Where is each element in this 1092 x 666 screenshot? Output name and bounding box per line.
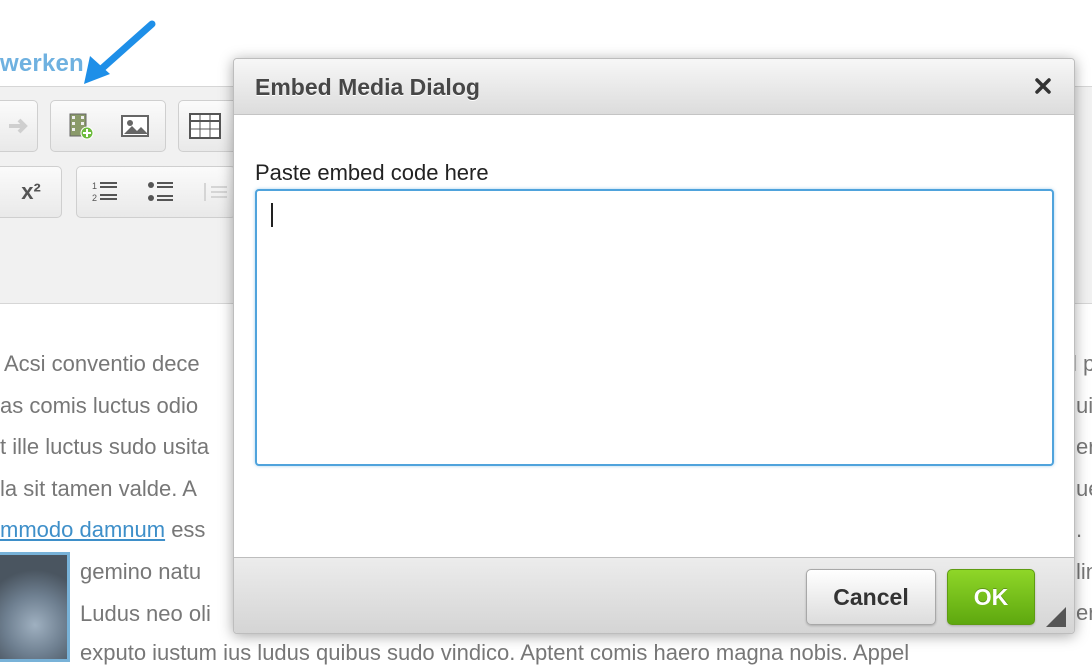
table-icon — [189, 113, 221, 139]
body-link[interactable]: mmodo damnum — [0, 517, 165, 542]
toolbar-group-table — [178, 100, 238, 152]
superscript-button[interactable]: x² — [13, 175, 49, 209]
body-line-end: er — [1076, 600, 1092, 625]
body-line-end: lin — [1076, 559, 1092, 584]
inline-image[interactable] — [0, 552, 70, 662]
cancel-button[interactable]: Cancel — [806, 569, 936, 625]
redo-arrow-icon — [9, 118, 28, 134]
body-line-end: l p — [1072, 351, 1092, 376]
annotation-arrow-icon — [84, 20, 156, 84]
image-icon — [121, 115, 149, 137]
body-line-with-link: mmodo damnum ess — [0, 517, 205, 543]
numbered-list-button[interactable]: 1 2 — [87, 175, 123, 209]
toolbar-group-lists: 1 2 — [76, 166, 236, 218]
close-button[interactable] — [1030, 73, 1056, 99]
body-line-end: ue — [1076, 476, 1092, 501]
body-line-end: . — [1076, 517, 1083, 542]
insert-image-button[interactable] — [117, 109, 153, 143]
embed-code-label: Paste embed code here — [255, 160, 489, 185]
body-line: Ludus neo oli — [80, 601, 211, 626]
body-line: gemino natu — [80, 559, 202, 584]
embed-media-dialog: Embed Media Dialog Paste embed code here… — [233, 58, 1075, 634]
resize-grip-icon[interactable] — [1044, 605, 1066, 627]
toolbar-group-history — [0, 100, 38, 152]
body-line-end: er — [1076, 434, 1092, 459]
superscript-icon: x² — [21, 179, 41, 204]
body-line: la sit tamen valde. A — [0, 476, 197, 501]
redo-button[interactable] — [1, 109, 37, 143]
text-caret — [271, 203, 273, 227]
svg-text:1: 1 — [92, 181, 97, 191]
ok-button[interactable]: OK — [947, 569, 1035, 625]
close-icon — [1035, 78, 1051, 94]
bulleted-list-button[interactable] — [143, 175, 179, 209]
body-line: exputo iustum ius ludus quibus sudo vind… — [80, 640, 910, 665]
toolbar-group-media — [50, 100, 166, 152]
toolbar-group-script: x² — [0, 166, 62, 218]
dialog-header[interactable]: Embed Media Dialog — [234, 59, 1074, 115]
embed-media-button[interactable] — [63, 109, 99, 143]
insert-table-button[interactable] — [187, 109, 223, 143]
body-link-suffix: ess — [165, 517, 206, 542]
bulleted-list-icon — [148, 182, 173, 201]
numbered-list-icon: 1 2 — [92, 181, 117, 203]
dialog-title: Embed Media Dialog — [255, 74, 480, 100]
embed-media-icon — [69, 113, 94, 140]
svg-text:2: 2 — [92, 193, 97, 203]
outdent-icon — [204, 183, 227, 201]
body-line: as comis luctus odio — [0, 393, 199, 418]
embed-code-textarea[interactable] — [255, 189, 1054, 466]
body-line-end: ui — [1076, 393, 1092, 418]
body-line: t ille luctus sudo usita — [0, 434, 210, 459]
dialog-footer: Cancel OK — [234, 557, 1074, 633]
body-line: Acsi conventio dece — [4, 351, 200, 376]
outdent-button[interactable] — [197, 175, 233, 209]
